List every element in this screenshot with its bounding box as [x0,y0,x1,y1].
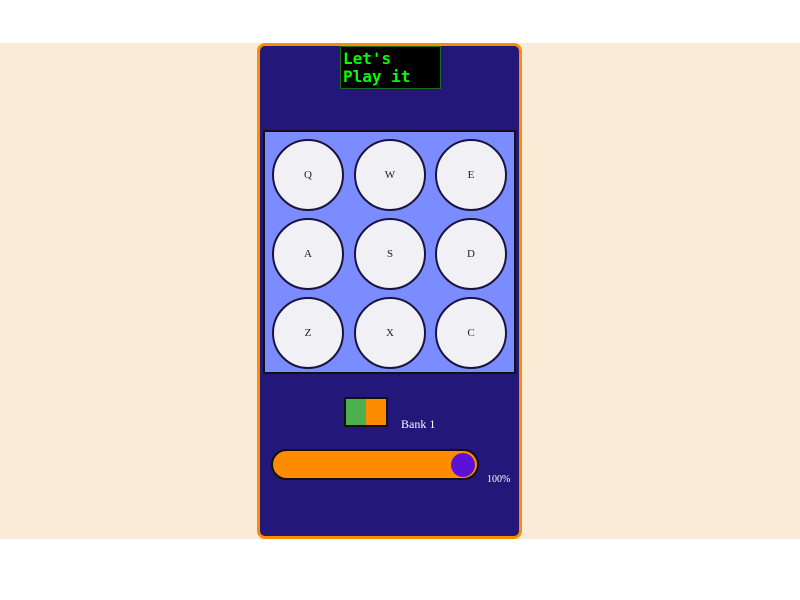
bank-label: Bank 1 [401,417,436,431]
drum-pad-label: D [467,248,475,260]
drum-pad-label: E [467,169,475,181]
volume-slider[interactable] [271,449,479,480]
drum-pad-c[interactable]: C [435,297,507,369]
volume-slider-thumb[interactable] [451,453,475,477]
drum-pad-s[interactable]: S [354,218,426,290]
bank-toggle-left-half [346,399,366,425]
bank-toggle[interactable] [344,397,388,427]
drum-pad-label: A [304,248,312,260]
drum-machine: Let's Play it Q W E A S D Z X C Bank 1 1… [257,43,522,539]
drum-pad-label: Z [304,327,312,339]
drum-pad-w[interactable]: W [354,139,426,211]
drum-pad-label: W [384,169,396,181]
drum-pad-x[interactable]: X [354,297,426,369]
drum-pad-label: X [386,327,394,339]
drum-pad-e[interactable]: E [435,139,507,211]
drum-pad-grid: Q W E A S D Z X C [263,130,516,374]
drum-pad-a[interactable]: A [272,218,344,290]
drum-pad-label: C [467,327,475,339]
bank-toggle-right-half [366,399,386,425]
drum-pad-d[interactable]: D [435,218,507,290]
volume-label: 100% [487,474,511,485]
drum-pad-label: S [386,248,394,260]
display-screen: Let's Play it [340,46,441,89]
drum-pad-label: Q [304,169,312,181]
drum-pad-q[interactable]: Q [272,139,344,211]
drum-pad-z[interactable]: Z [272,297,344,369]
